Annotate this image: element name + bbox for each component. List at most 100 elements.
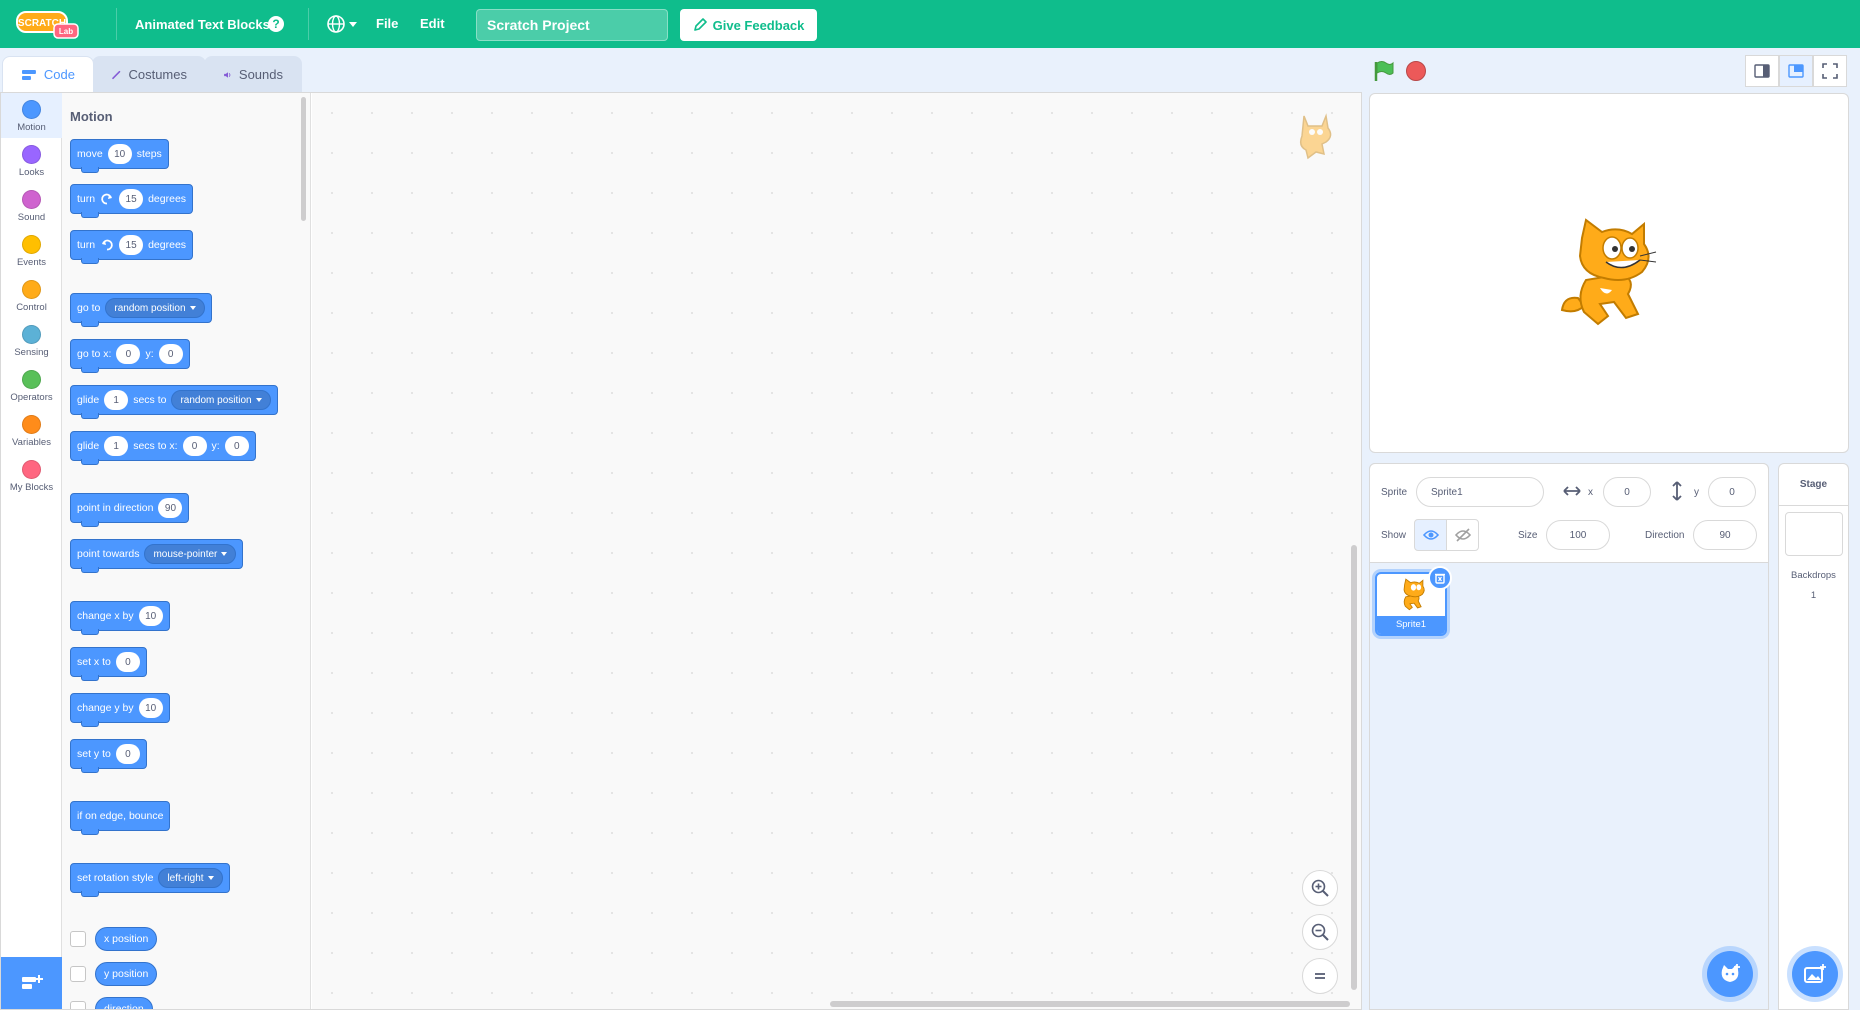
secs-input[interactable]: 1 — [104, 390, 129, 410]
x-position-reporter[interactable]: x position — [95, 927, 158, 951]
show-label: Show — [1381, 530, 1407, 541]
stage-target-pane[interactable]: Stage Backdrops 1 — [1778, 463, 1849, 1010]
change-x-block[interactable]: change x by 10 — [70, 601, 170, 635]
y-input[interactable]: 0 — [224, 436, 249, 456]
go-to-target-dropdown[interactable]: random position — [105, 298, 205, 318]
stop-button[interactable] — [1406, 61, 1426, 81]
turn-left-block[interactable]: turn 15 degrees — [70, 230, 194, 264]
set-x-input[interactable]: 0 — [115, 652, 140, 672]
set-rotation-style-block[interactable]: set rotation style left-right — [70, 863, 230, 897]
fullscreen-button[interactable] — [1813, 55, 1847, 87]
tab-code[interactable]: Code — [2, 56, 94, 92]
zoom-in-icon — [1311, 879, 1329, 897]
category-label: Motion — [17, 122, 46, 133]
degrees-input[interactable]: 15 — [119, 235, 144, 255]
language-menu[interactable] — [326, 14, 360, 34]
go-to-block[interactable]: go to random position — [70, 293, 212, 327]
degrees-input[interactable]: 15 — [119, 189, 144, 209]
category-variables[interactable]: Variables — [1, 408, 62, 453]
stage-thumbnail[interactable] — [1785, 512, 1843, 556]
y-position-input[interactable]: 0 — [1708, 477, 1756, 507]
my-blocks-icon — [22, 460, 41, 479]
steps-input[interactable]: 10 — [107, 144, 132, 164]
control-icon — [22, 280, 41, 299]
hide-sprite-button[interactable] — [1446, 519, 1479, 551]
glide-to-block[interactable]: glide 1 secs to random position — [70, 385, 278, 419]
zoom-reset-button[interactable] — [1302, 958, 1338, 994]
y-input[interactable]: 0 — [158, 344, 183, 364]
large-stage-button[interactable] — [1779, 55, 1813, 87]
rotation-style-dropdown[interactable]: left-right — [158, 868, 223, 888]
glide-target-dropdown[interactable]: random position — [171, 390, 271, 410]
set-x-block[interactable]: set x to 0 — [70, 647, 147, 681]
change-y-block[interactable]: change y by 10 — [70, 693, 170, 727]
sprite-name-input[interactable]: Sprite1 — [1416, 477, 1544, 507]
workspace-horizontal-scrollbar[interactable] — [830, 1001, 1350, 1007]
help-icon[interactable]: ? — [268, 16, 284, 32]
zoom-out-icon — [1311, 923, 1329, 941]
category-events[interactable]: Events — [1, 228, 62, 273]
category-looks[interactable]: Looks — [1, 138, 62, 183]
size-value: 100 — [1569, 529, 1587, 541]
script-workspace[interactable] — [312, 93, 1361, 1009]
direction-input[interactable]: 90 — [1693, 520, 1757, 550]
change-x-input[interactable]: 10 — [138, 606, 163, 626]
category-sensing[interactable]: Sensing — [1, 318, 62, 363]
point-in-direction-block[interactable]: point in direction 90 — [70, 493, 190, 527]
large-stage-icon — [1788, 64, 1804, 78]
choose-sprite-button[interactable] — [1707, 951, 1753, 997]
green-flag-icon[interactable] — [1372, 60, 1394, 82]
y-position-checkbox[interactable] — [70, 966, 86, 982]
choose-backdrop-button[interactable] — [1792, 951, 1838, 997]
tab-costumes-label: Costumes — [128, 67, 187, 82]
point-towards-dropdown[interactable]: mouse-pointer — [144, 544, 237, 564]
caret-down-icon — [221, 552, 228, 556]
move-steps-block[interactable]: move 10 steps — [70, 139, 169, 173]
zoom-in-button[interactable] — [1302, 870, 1338, 906]
project-title-input[interactable] — [476, 9, 668, 41]
chevron-down-icon — [349, 21, 357, 27]
bounce-block[interactable]: if on edge, bounce — [70, 801, 171, 835]
cat-sprite[interactable] — [1556, 218, 1658, 330]
show-sprite-button[interactable] — [1414, 519, 1447, 551]
edit-menu[interactable]: Edit — [420, 16, 445, 31]
small-stage-button[interactable] — [1745, 55, 1779, 87]
secs-input[interactable]: 1 — [104, 436, 129, 456]
delete-sprite-button[interactable] — [1428, 566, 1452, 590]
x-input[interactable]: 0 — [116, 344, 141, 364]
x-input[interactable]: 0 — [182, 436, 207, 456]
direction-reporter[interactable]: direction — [95, 997, 153, 1009]
point-towards-block[interactable]: point towards mouse-pointer — [70, 539, 244, 573]
category-sound[interactable]: Sound — [1, 183, 62, 228]
x-position-input[interactable]: 0 — [1603, 477, 1651, 507]
workspace-vertical-scrollbar[interactable] — [1351, 545, 1357, 990]
tab-costumes[interactable]: Costumes — [92, 56, 206, 92]
give-feedback-button[interactable]: Give Feedback — [680, 9, 817, 41]
size-input[interactable]: 100 — [1546, 520, 1610, 550]
turn-right-block[interactable]: turn 15 degrees — [70, 184, 194, 218]
file-menu[interactable]: File — [376, 16, 398, 31]
palette-scrollbar[interactable] — [301, 97, 306, 221]
category-control[interactable]: Control — [1, 273, 62, 318]
set-y-input[interactable]: 0 — [115, 744, 140, 764]
go-to-xy-block[interactable]: go to x: 0 y: 0 — [70, 339, 190, 373]
category-operators[interactable]: Operators — [1, 363, 62, 408]
y-position-reporter[interactable]: y position — [95, 962, 158, 986]
direction-input[interactable]: 90 — [158, 498, 183, 518]
scratch-lab-logo[interactable]: SCRATCH Lab — [16, 10, 80, 40]
horizontal-arrows-icon — [1563, 486, 1581, 496]
glide-to-xy-block[interactable]: glide 1 secs to x: 0 y: 0 — [70, 431, 256, 465]
block-text: secs to x: — [133, 440, 178, 452]
editor-tabs: Code Costumes Sounds — [0, 56, 302, 92]
category-motion[interactable]: Motion — [1, 93, 62, 138]
tab-sounds[interactable]: Sounds — [204, 56, 302, 92]
x-label: x — [1588, 487, 1593, 498]
set-y-block[interactable]: set y to 0 — [70, 739, 147, 773]
add-extension-button[interactable] — [1, 957, 62, 1009]
direction-checkbox[interactable] — [70, 1001, 86, 1009]
zoom-out-button[interactable] — [1302, 914, 1338, 950]
category-label: Sound — [17, 212, 46, 223]
x-position-checkbox[interactable] — [70, 931, 86, 947]
category-my-blocks[interactable]: My Blocks — [1, 453, 62, 498]
change-y-input[interactable]: 10 — [138, 698, 163, 718]
